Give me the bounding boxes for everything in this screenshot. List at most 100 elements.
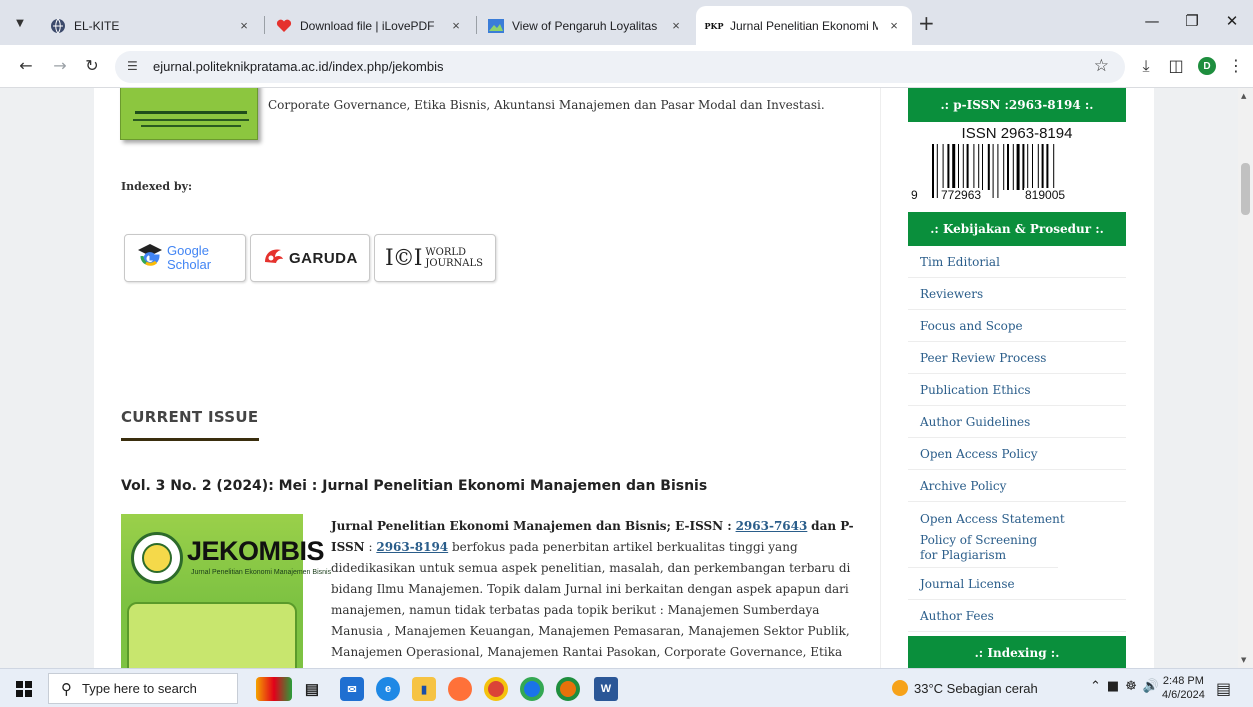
main-column: Corporate Governance, Etika Bisnis, Akun… xyxy=(94,88,880,668)
tab-ilovepdf[interactable]: Download file | iLovePDF × xyxy=(266,6,474,45)
system-tray-icons[interactable]: ⌃■☸🔊 xyxy=(1090,679,1165,694)
tab-close-icon[interactable]: × xyxy=(886,18,902,33)
issue-description: Jurnal Penelitian Ekonomi Manajemen dan … xyxy=(331,519,854,659)
current-issue-heading: CURRENT ISSUE xyxy=(121,408,259,426)
sun-icon xyxy=(892,680,908,696)
task-view-icon[interactable]: ▤ xyxy=(300,677,324,701)
garuda-bird-icon xyxy=(263,246,285,270)
tab-el-kite[interactable]: EL-KITE × xyxy=(40,6,262,45)
indexing-heading: .: Indexing :. xyxy=(908,636,1126,668)
firefox-icon[interactable] xyxy=(448,677,472,701)
issn-barcode: ISSN 2963-8194 9 772963 819005 xyxy=(908,122,1126,208)
browser-tab-strip: ▼ EL-KITE × Download file | iLovePDF × V… xyxy=(0,0,1253,45)
pissn-heading: .: p-ISSN :2963-8194 :. xyxy=(908,88,1126,122)
tab-search-chevron-icon[interactable]: ▼ xyxy=(10,13,30,33)
tab-title: Jurnal Penelitian Ekonomi Mana xyxy=(730,18,878,33)
issue-title[interactable]: Vol. 3 No. 2 (2024): Mei : Jurnal Peneli… xyxy=(121,478,707,494)
policy-heading: .: Kebijakan & Prosedur :. xyxy=(908,212,1126,246)
more-menu-icon[interactable]: ⋮ xyxy=(1226,56,1246,75)
image-icon xyxy=(488,18,504,34)
sidebar-item-tim-editorial[interactable]: Tim Editorial xyxy=(908,246,1126,278)
search-highlight-icon[interactable] xyxy=(256,677,292,701)
pissn-link[interactable]: 2963-8194 xyxy=(376,540,448,554)
file-explorer-icon[interactable]: ▮ xyxy=(412,677,436,701)
word-icon[interactable]: W xyxy=(594,677,618,701)
tab-close-icon[interactable]: × xyxy=(448,18,464,33)
sidebar-item-archive-policy[interactable]: Archive Policy xyxy=(908,470,1126,502)
ici-world-journals-logo[interactable]: I©I WORLD JOURNALS xyxy=(374,234,496,282)
globe-icon xyxy=(50,18,66,34)
heading-underline xyxy=(121,438,259,441)
cover-subtitle: Jurnal Penelitian Ekonomi Manajemen Bisn… xyxy=(191,569,332,576)
weather-widget[interactable]: 33°C Sebagian cerah xyxy=(892,680,1038,696)
chrome-icon[interactable] xyxy=(484,677,508,701)
scroll-down-arrow-icon[interactable]: ▼ xyxy=(1241,656,1246,664)
browser-toolbar: ← → ↻ ☰ ejurnal.politeknikpratama.ac.id/… xyxy=(0,45,1253,88)
restore-icon[interactable]: ❐ xyxy=(1182,12,1202,30)
graduation-cap-icon xyxy=(137,242,163,274)
ici-wordmark: WORLD JOURNALS xyxy=(425,247,484,269)
sidebar-item-plagiarism[interactable]: Policy of Screening for Plagiarism xyxy=(908,528,1058,568)
edge-browser-icon[interactable]: e xyxy=(376,677,400,701)
side-panel-icon[interactable]: ◫ xyxy=(1166,56,1186,75)
sidebar-item-journal-license[interactable]: Journal License xyxy=(908,568,1126,600)
eissn-link[interactable]: 2963-7643 xyxy=(736,519,808,533)
tab-title: Download file | iLovePDF xyxy=(300,18,435,33)
issue-cover-image[interactable]: JEKOMBIS Jurnal Penelitian Ekonomi Manaj… xyxy=(121,514,331,668)
heart-icon xyxy=(276,18,292,34)
google-scholar-logo[interactable]: Google Scholar xyxy=(124,234,246,282)
right-sidebar: .: p-ISSN :2963-8194 :. ISSN 2963-8194 9… xyxy=(880,88,1154,668)
bookmark-star-icon[interactable]: ☆ xyxy=(1094,56,1109,76)
scroll-up-arrow-icon[interactable]: ▲ xyxy=(1241,92,1246,100)
url-text[interactable]: ejurnal.politeknikpratama.ac.id/index.ph… xyxy=(153,59,444,74)
chrome-active-icon[interactable] xyxy=(556,677,580,701)
chrome-profile-icon[interactable] xyxy=(520,677,544,701)
pkp-icon: PKP xyxy=(704,20,724,31)
cover-brand: JEKOMBIS xyxy=(187,536,325,566)
page-scrollbar[interactable]: ▲ ▼ xyxy=(1238,88,1253,668)
profile-avatar[interactable]: D xyxy=(1198,57,1216,75)
university-seal-icon xyxy=(131,532,183,584)
ici-mark: I©I xyxy=(385,245,422,271)
google-scholar-wordmark: Google Scholar xyxy=(167,243,212,272)
indexed-by-label: Indexed by: xyxy=(121,180,193,193)
windows-start-icon[interactable] xyxy=(16,681,32,697)
sidebar-item-author-guidelines[interactable]: Author Guidelines xyxy=(908,406,1126,438)
sidebar-item-peer-review[interactable]: Peer Review Process xyxy=(908,342,1126,374)
close-window-icon[interactable]: ✕ xyxy=(1222,12,1242,30)
address-bar[interactable]: ☰ ejurnal.politeknikpratama.ac.id/index.… xyxy=(115,51,1125,83)
page-viewport: Corporate Governance, Etika Bisnis, Akun… xyxy=(0,88,1238,668)
journal-cover-thumbnail xyxy=(120,88,258,140)
sidebar-item-focus-scope[interactable]: Focus and Scope xyxy=(908,310,1126,342)
tab-close-icon[interactable]: × xyxy=(236,18,252,33)
taskbar-clock[interactable]: 2:48 PM 4/6/2024 xyxy=(1162,674,1205,702)
sidebar-item-author-fees[interactable]: Author Fees xyxy=(908,600,1126,632)
page-content: Corporate Governance, Etika Bisnis, Akun… xyxy=(94,88,1154,668)
mail-icon[interactable]: ✉ xyxy=(340,677,364,701)
tab-jurnal-penelitian[interactable]: PKP Jurnal Penelitian Ekonomi Mana × xyxy=(696,6,912,45)
windows-taskbar: ⚲ Type here to search ▤ ✉ e ▮ W 33°C Seb… xyxy=(0,668,1253,707)
sidebar-item-reviewers[interactable]: Reviewers xyxy=(908,278,1126,310)
tab-separator xyxy=(476,16,477,34)
forward-arrow-icon[interactable]: → xyxy=(50,56,70,75)
tab-pengaruh-loyalitas[interactable]: View of Pengaruh Loyalitas Mer × xyxy=(478,6,694,45)
minimize-icon[interactable]: — xyxy=(1142,12,1162,30)
back-arrow-icon[interactable]: ← xyxy=(16,56,36,75)
policy-menu: Tim Editorial Reviewers Focus and Scope … xyxy=(908,246,1126,632)
tab-title: EL-KITE xyxy=(74,18,120,33)
notification-icon[interactable]: ▤ xyxy=(1216,679,1231,698)
download-icon[interactable]: ⤓ xyxy=(1136,56,1156,76)
focus-text-tail: Corporate Governance, Etika Bisnis, Akun… xyxy=(268,98,825,112)
sidebar-item-publication-ethics[interactable]: Publication Ethics xyxy=(908,374,1126,406)
search-icon: ⚲ xyxy=(61,679,72,698)
sidebar-item-open-access-statement[interactable]: Open Access Statement xyxy=(908,502,1126,528)
tab-close-icon[interactable]: × xyxy=(668,18,684,33)
scrollbar-thumb[interactable] xyxy=(1241,163,1250,215)
new-tab-button[interactable]: + xyxy=(918,13,935,33)
garuda-logo[interactable]: GARUDA xyxy=(250,234,370,282)
site-info-icon[interactable]: ☰ xyxy=(127,59,138,73)
reload-icon[interactable]: ↻ xyxy=(82,56,102,75)
tab-separator xyxy=(264,16,265,34)
taskbar-search-input[interactable]: ⚲ Type here to search xyxy=(48,673,238,704)
sidebar-item-open-access-policy[interactable]: Open Access Policy xyxy=(908,438,1126,470)
